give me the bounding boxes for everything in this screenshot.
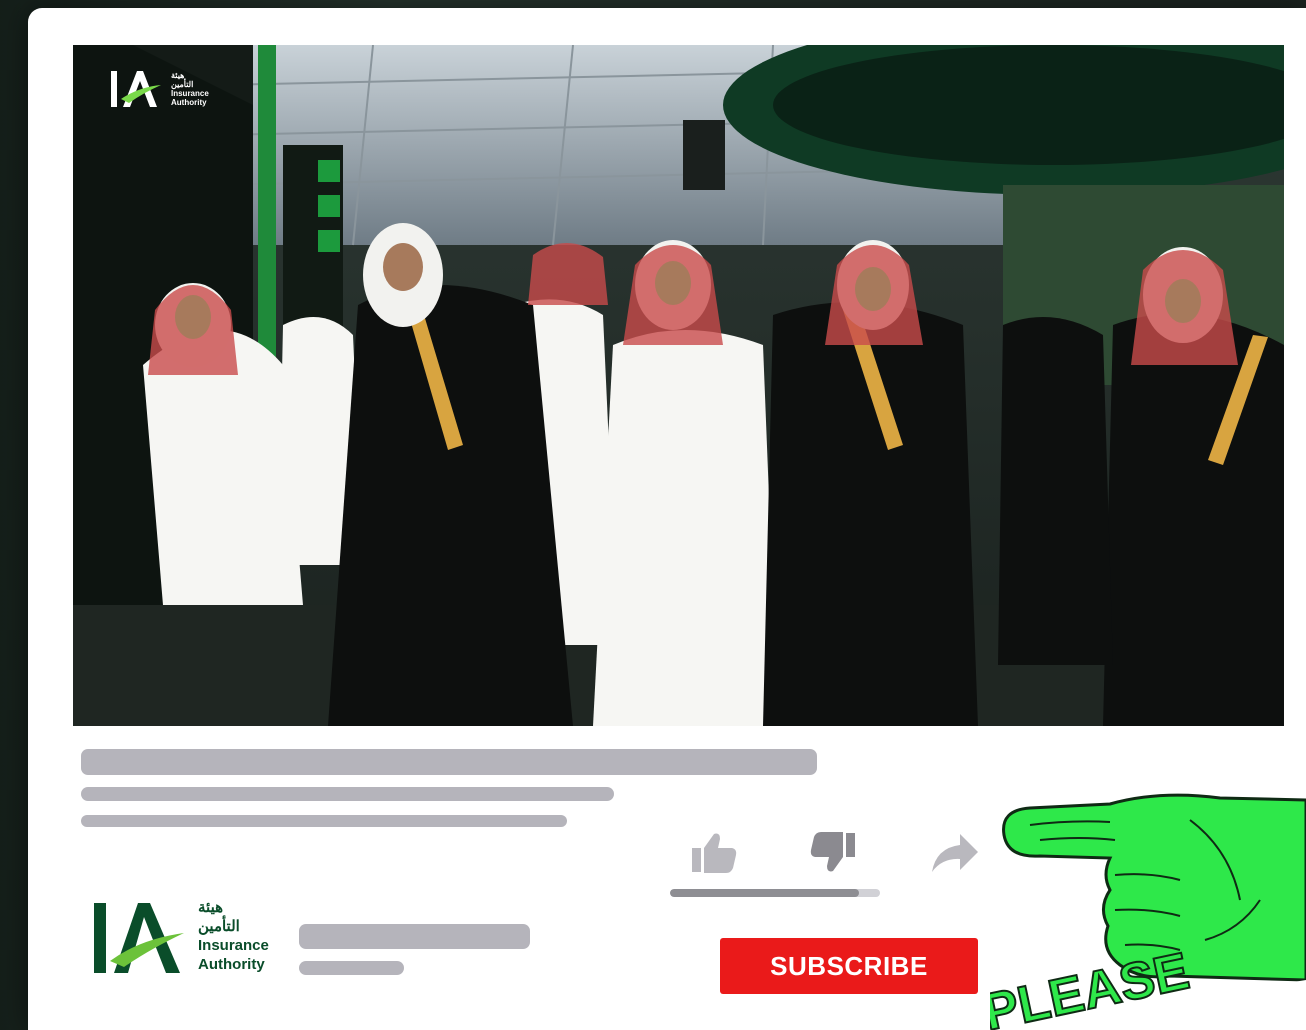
channel-english-2: Authority bbox=[198, 956, 265, 973]
channel-logo[interactable]: هيئة التأمين Insurance Authority bbox=[92, 895, 269, 977]
channel-arabic-2: التأمين bbox=[198, 918, 240, 935]
subscribe-button[interactable]: SUBSCRIBE bbox=[720, 938, 978, 994]
video-player[interactable]: هيئة التأمين Insurance Authority bbox=[73, 45, 1284, 726]
dislike-button[interactable] bbox=[808, 828, 860, 878]
channel-arabic-1: هيئة bbox=[198, 899, 224, 916]
pointing-hand-icon: PLEASE bbox=[990, 793, 1306, 1030]
share-button[interactable] bbox=[928, 828, 980, 878]
share-arrow-icon bbox=[932, 834, 978, 872]
channel-ia-logo-icon bbox=[94, 903, 184, 973]
subscriber-count-placeholder bbox=[299, 961, 404, 975]
video-frame-scene bbox=[73, 45, 1284, 726]
channel-name-placeholder bbox=[299, 924, 530, 949]
thumbs-down-icon bbox=[810, 832, 855, 872]
thumbs-up-icon bbox=[692, 833, 737, 873]
channel-english-1: Insurance bbox=[198, 937, 269, 954]
video-logo-english-2: Authority bbox=[171, 98, 207, 107]
pointing-hand-graphic: PLEASE bbox=[990, 780, 1306, 1030]
video-logo-english-1: Insurance bbox=[171, 89, 209, 98]
video-watermark-logo: هيئة التأمين Insurance Authority bbox=[109, 67, 209, 111]
insurance-authority-logo-icon bbox=[111, 71, 161, 107]
like-button[interactable] bbox=[688, 828, 740, 878]
video-description-placeholder bbox=[81, 815, 567, 827]
like-ratio-bar bbox=[670, 889, 880, 897]
like-ratio-fill bbox=[670, 889, 859, 897]
engagement-actions bbox=[670, 828, 990, 900]
video-logo-arabic-2: التأمين bbox=[171, 80, 194, 89]
video-meta-placeholder bbox=[81, 787, 614, 801]
channel-logo-text: هيئة التأمين Insurance Authority bbox=[198, 898, 269, 974]
video-logo-arabic-1: هيئة bbox=[171, 71, 185, 80]
video-title-placeholder bbox=[81, 749, 817, 775]
video-logo-text: هيئة التأمين Insurance Authority bbox=[171, 71, 209, 107]
